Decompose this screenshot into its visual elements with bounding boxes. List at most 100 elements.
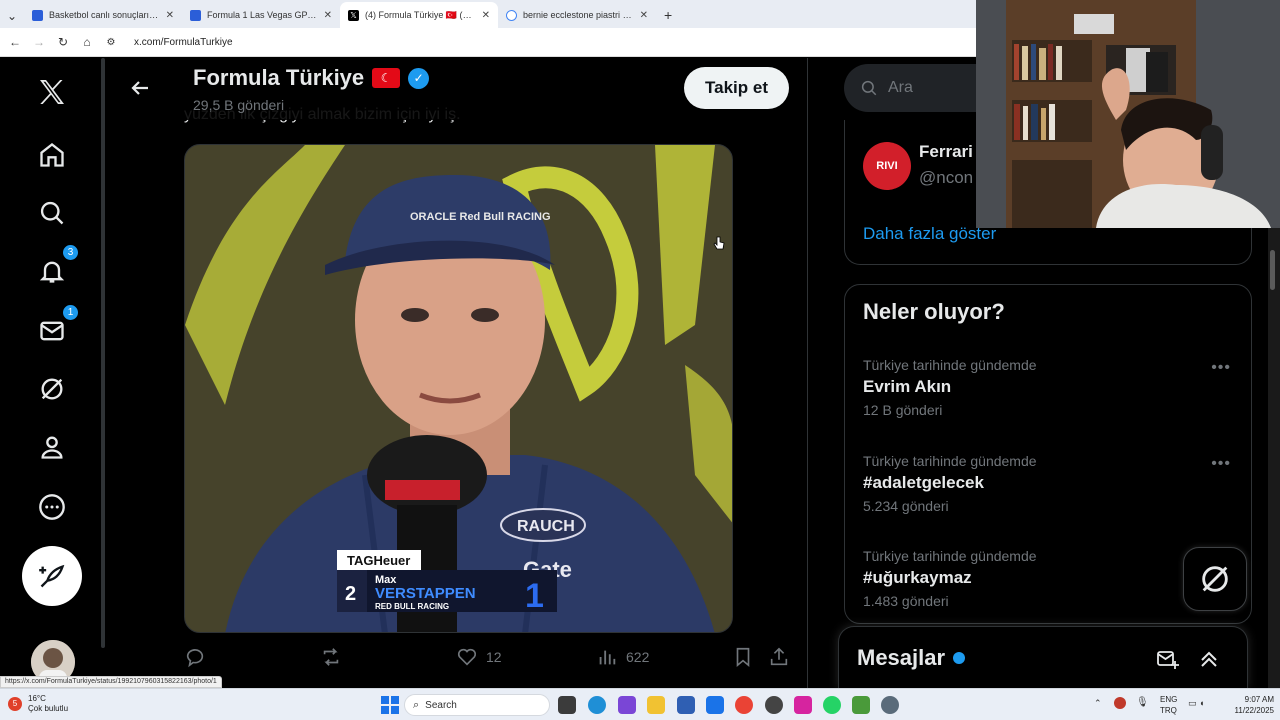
x-logo-icon[interactable] (34, 74, 70, 110)
reply-button[interactable] (184, 646, 206, 668)
home-icon[interactable] (37, 140, 67, 170)
messages-drawer[interactable]: Mesajlar (838, 626, 1248, 688)
compose-post-button[interactable] (22, 546, 82, 606)
share-button[interactable] (768, 646, 790, 668)
trend-item[interactable]: Türkiye tarihinde gündemde Evrim Akın 12… (863, 357, 1243, 418)
weather-badge: 5 (8, 697, 22, 711)
tab-title: (4) Formula Türkiye 🇹🇷 (@Formu (365, 9, 476, 20)
more-circle-icon[interactable] (37, 492, 67, 522)
new-message-icon[interactable] (1155, 647, 1179, 671)
forward-arrow-icon[interactable]: → (32, 35, 46, 49)
network-volume-icons[interactable]: ▭ ◖ (1188, 698, 1204, 709)
tweet-media-photo[interactable]: ORACLE Red Bull RACING RAUCH Gate TAGHeu… (184, 144, 733, 633)
trends-title: Neler oluyor? (863, 299, 1005, 324)
search-icon (861, 80, 877, 96)
browser-tab[interactable]: bernie ecclestone piastri - Goog ✕ (498, 2, 656, 28)
back-arrow-icon[interactable] (128, 76, 152, 100)
profile-person-icon[interactable] (37, 432, 67, 462)
x-favicon: 𝕏 (348, 9, 359, 21)
follow-button[interactable]: Takip et (684, 67, 789, 109)
chrome-icon[interactable] (735, 696, 753, 714)
messages-envelope-icon[interactable]: 1 (37, 304, 79, 346)
views-count: 622 (626, 649, 650, 665)
left-nav: 3 1 (0, 58, 105, 688)
edge-icon[interactable] (588, 696, 606, 714)
home-icon[interactable]: ⌂ (80, 35, 94, 49)
tab-favicon (190, 9, 201, 21)
microphone-icon[interactable]: 🎙 (1136, 697, 1149, 708)
graphic-position-text: 2 (345, 583, 356, 605)
messages-badge: 1 (62, 304, 79, 321)
taskbar-clock[interactable]: 9:07 AM 11/22/2025 (1222, 694, 1274, 716)
trend-count: 5.234 gönderi (863, 498, 949, 514)
store-icon[interactable] (677, 696, 695, 714)
steam-icon[interactable] (765, 696, 783, 714)
repost-button[interactable] (320, 646, 342, 668)
file-explorer-icon[interactable] (647, 696, 665, 714)
tab-title: Formula 1 Las Vegas GP Kas 20 (207, 10, 318, 20)
page-scrollbar-track[interactable] (1268, 228, 1280, 688)
notifications-bell-icon[interactable]: 3 (37, 244, 79, 286)
search-icon[interactable] (37, 198, 67, 228)
left-scrollbar[interactable] (101, 58, 105, 648)
trend-name: Evrim Akın (863, 377, 952, 396)
taskbar-search[interactable]: ⌕ Search (404, 694, 550, 716)
post-count: 29,5 B gönderi (193, 97, 285, 113)
whatsapp-icon[interactable] (823, 696, 841, 714)
verified-badge-icon: ✓ (408, 67, 430, 89)
tab-list-button[interactable]: ⌄ (0, 4, 24, 28)
tray-app-icon[interactable] (1114, 697, 1126, 709)
more-dots-icon[interactable]: ••• (1211, 455, 1231, 473)
repost-icon (323, 648, 339, 666)
close-tab-icon[interactable]: ✕ (166, 10, 174, 21)
reload-icon[interactable]: ↻ (56, 35, 70, 49)
views-button[interactable]: 622 (596, 646, 649, 668)
bookmark-button[interactable] (732, 646, 754, 668)
trend-context: Türkiye tarihinde gündemde (863, 357, 1037, 373)
trend-item[interactable]: Türkiye tarihinde gündemde #adaletgelece… (863, 453, 1243, 514)
browser-tab[interactable]: Formula 1 Las Vegas GP Kas 20 ✕ (182, 2, 340, 28)
url-text[interactable]: x.com/FormulaTurkiye (134, 37, 233, 48)
instagram-icon[interactable] (794, 696, 812, 714)
windows-start-icon[interactable] (381, 696, 399, 714)
graphic-brand-text: TAGHeuer (347, 553, 410, 568)
browser-tab-bar: ⌄ Basketbol canlı sonuçları & pro ✕ Form… (0, 0, 976, 28)
close-tab-icon[interactable]: ✕ (482, 10, 490, 21)
browser-tab-active[interactable]: 𝕏 (4) Formula Türkiye 🇹🇷 (@Formu ✕ (340, 2, 498, 28)
expand-chevrons-icon[interactable] (1197, 647, 1221, 671)
close-tab-icon[interactable]: ✕ (640, 10, 648, 21)
share-icon (770, 647, 788, 666)
site-info-icon[interactable]: ⚙ (104, 37, 118, 48)
like-button[interactable]: 12 (456, 646, 502, 668)
outlook-icon[interactable] (706, 696, 724, 714)
language-indicator[interactable]: ENG TRQ (1160, 694, 1177, 716)
browser-tab[interactable]: Basketbol canlı sonuçları & pro ✕ (24, 2, 182, 28)
grok-icon[interactable] (37, 374, 67, 404)
heart-icon (457, 648, 477, 666)
trend-count: 12 B gönderi (863, 402, 943, 418)
copilot-icon[interactable] (618, 696, 636, 714)
rauch-patch-text: RAUCH (517, 518, 575, 535)
close-tab-icon[interactable]: ✕ (324, 10, 332, 21)
suggested-account-name[interactable]: Ferrari (919, 142, 973, 162)
tray-chevron-icon[interactable]: ⌃ (1094, 698, 1102, 709)
verstappen-interview-image: ORACLE Red Bull RACING RAUCH Gate TAGHeu… (185, 145, 732, 632)
language-primary: ENG (1160, 695, 1178, 704)
task-view-icon[interactable] (558, 696, 576, 714)
clock-date: 11/22/2025 (1234, 706, 1274, 715)
new-tab-button[interactable]: + (656, 2, 680, 28)
profile-name-row: Formula Türkiye ☾ ✓ (193, 65, 430, 91)
grok-floating-button[interactable] (1183, 547, 1247, 611)
settings-gear-icon[interactable] (881, 696, 899, 714)
weather-widget[interactable]: 5 16°C Çok bulutlu (8, 694, 68, 714)
suggested-account-avatar[interactable]: RIVI (863, 142, 911, 190)
reply-bubble-icon (186, 649, 204, 668)
main-column: yüzden ilk çizgiyi almak bizim için iyi … (110, 58, 808, 688)
spreadsheet-icon[interactable] (852, 696, 870, 714)
back-arrow-icon[interactable]: ← (8, 35, 22, 49)
more-dots-icon[interactable]: ••• (1211, 359, 1231, 377)
page-scrollbar-thumb[interactable] (1270, 250, 1275, 290)
graphic-last-name-text: VERSTAPPEN (375, 585, 476, 602)
address-bar: ← → ↻ ⌂ ⚙ x.com/FormulaTurkiye (0, 28, 976, 57)
graphic-team-text: RED BULL RACING (375, 602, 449, 611)
